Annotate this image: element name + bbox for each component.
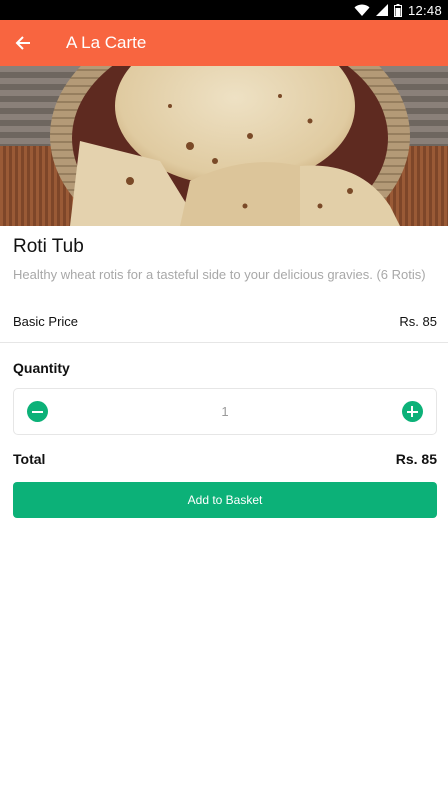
item-description: Healthy wheat rotis for a tasteful side …	[13, 267, 426, 282]
basic-price-label: Basic Price	[13, 314, 79, 329]
roti-photo	[0, 66, 448, 226]
plus-circle-icon[interactable]	[401, 401, 423, 422]
quantity-label: Quantity	[13, 360, 70, 376]
quantity-stepper: 1	[13, 388, 437, 435]
add-to-basket-button[interactable]: Add to Basket	[13, 482, 437, 518]
status-time: 12:48	[407, 2, 442, 18]
signal-icon	[375, 4, 388, 16]
page-title: A La Carte	[66, 33, 147, 52]
arrow-left-icon	[15, 36, 30, 50]
battery-icon	[393, 3, 402, 17]
basic-price-value: Rs. 85	[399, 314, 437, 329]
basic-price-row: Basic Price Rs. 85	[13, 314, 437, 329]
total-label: Total	[13, 451, 46, 467]
total-value: Rs. 85	[395, 451, 437, 467]
app-bar: A La Carte	[0, 20, 448, 66]
minus-circle-icon[interactable]	[27, 401, 48, 422]
divider	[0, 342, 448, 343]
wifi-icon	[354, 4, 370, 16]
quantity-value: 1	[221, 404, 229, 419]
back-button[interactable]	[0, 20, 46, 66]
status-bar: 12:48	[0, 0, 448, 20]
total-row: Total Rs. 85	[13, 451, 437, 467]
item-name: Roti Tub	[13, 236, 84, 257]
